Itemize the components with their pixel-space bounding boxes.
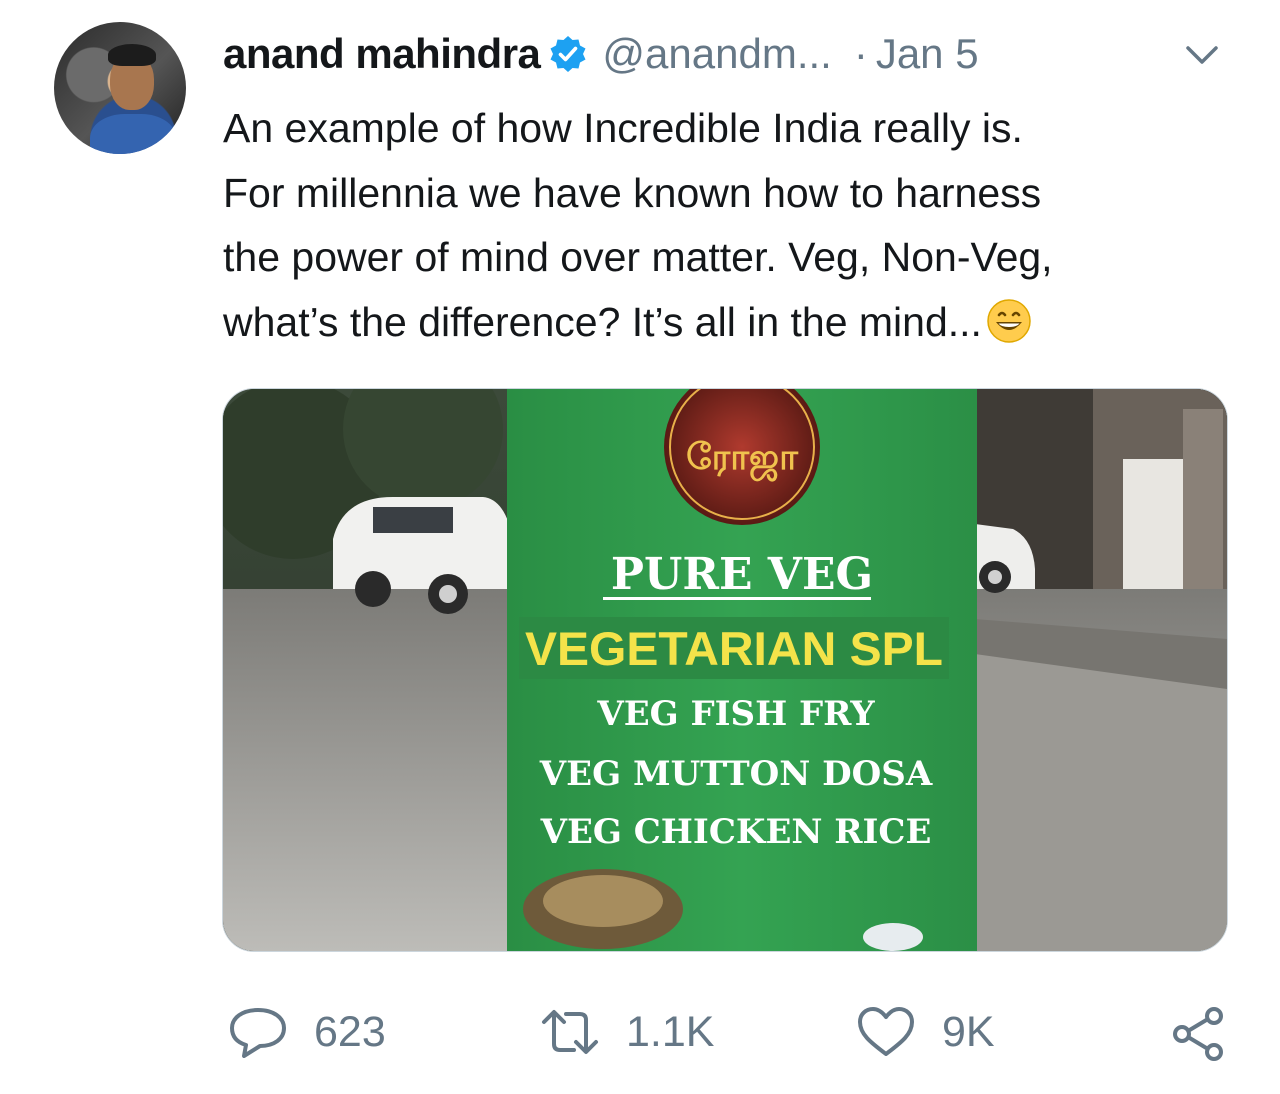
grinning-face-emoji-icon <box>986 298 1032 344</box>
header-separator: · <box>853 30 868 77</box>
photo-scene: ரோஜா PURE VEG VEGETARIAN SPL VEG FISH FR… <box>223 389 1227 951</box>
sign-heading: PURE VEG <box>611 549 873 600</box>
heart-icon <box>858 1007 914 1056</box>
verified-badge-icon <box>548 34 588 74</box>
tweet-header: anand mahindra @anandm... · Jan 5 <box>223 28 979 80</box>
sign-menu-item: VEG CHICKEN RICE <box>540 812 932 852</box>
share-icon <box>1173 1007 1223 1061</box>
tweet-actions-bar: 623 1.1K 9K <box>0 1000 1280 1070</box>
sign-logo-text: ரோஜா <box>686 437 799 482</box>
retweet-button[interactable]: 1.1K <box>540 1006 714 1058</box>
tweet-date[interactable]: Jan 5 <box>876 30 979 78</box>
tweet-text-line-last: what’s the difference? It’s all in the m… <box>223 290 1243 355</box>
tweet-text-line: An example of how Incredible India reall… <box>223 105 1023 151</box>
tweet-text-line: the power of mind over matter. Veg, Non-… <box>223 234 1053 280</box>
sign-heading-underline <box>603 597 871 600</box>
sign-subheading: VEGETARIAN SPL <box>525 622 943 675</box>
like-count: 9K <box>942 1007 995 1056</box>
tweet-media-photo[interactable]: ரோஜா PURE VEG VEGETARIAN SPL VEG FISH FR… <box>222 388 1228 952</box>
like-button[interactable]: 9K <box>856 1006 995 1058</box>
chevron-down-icon[interactable] <box>1182 40 1222 70</box>
author-name[interactable]: anand mahindra <box>223 30 541 78</box>
tweet-text: An example of how Incredible India reall… <box>223 96 1243 354</box>
share-button[interactable] <box>1170 1006 1226 1062</box>
retweet-count: 1.1K <box>626 1007 715 1056</box>
retweet-icon <box>542 1010 598 1054</box>
tweet-text-line: what’s the difference? It’s all in the m… <box>223 298 982 345</box>
reply-count: 623 <box>314 1007 386 1056</box>
author-handle[interactable]: @anandm... <box>602 30 831 78</box>
sign-menu-item: VEG FISH FRY <box>596 694 875 734</box>
author-avatar[interactable] <box>54 22 186 154</box>
reply-icon <box>230 1008 286 1058</box>
tweet-text-line: For millennia we have known how to harne… <box>223 169 1042 216</box>
reply-button[interactable]: 623 <box>228 1006 386 1058</box>
avatar-shirt <box>90 114 176 154</box>
sign-menu-item: VEG MUTTON DOSA <box>539 754 933 794</box>
avatar-hair <box>108 44 156 66</box>
